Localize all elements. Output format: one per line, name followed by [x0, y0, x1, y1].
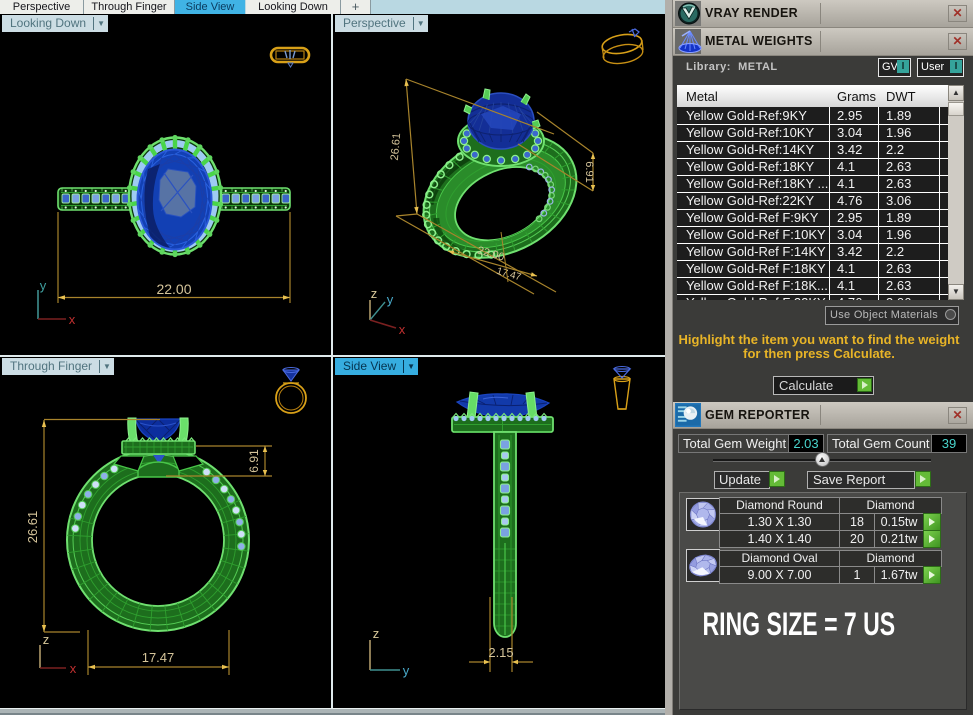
svg-text:17.47: 17.47: [142, 650, 175, 665]
svg-text:22.00: 22.00: [156, 281, 191, 297]
svg-text:6.91: 6.91: [247, 449, 261, 473]
svg-text:y: y: [40, 278, 47, 293]
svg-text:26.61: 26.61: [25, 511, 40, 544]
svg-text:z: z: [43, 632, 50, 647]
svg-text:x: x: [69, 312, 76, 327]
svg-text:2.15: 2.15: [488, 645, 513, 660]
svg-text:x: x: [399, 322, 406, 337]
svg-text:x: x: [70, 661, 77, 676]
svg-text:y: y: [387, 292, 394, 307]
svg-text:z: z: [373, 626, 380, 641]
svg-text:z: z: [371, 286, 378, 301]
svg-text:y: y: [403, 663, 410, 678]
svg-text:17.47: 17.47: [495, 266, 523, 284]
svg-text:26.61: 26.61: [389, 133, 403, 161]
svg-text:6.91: 6.91: [583, 161, 595, 182]
